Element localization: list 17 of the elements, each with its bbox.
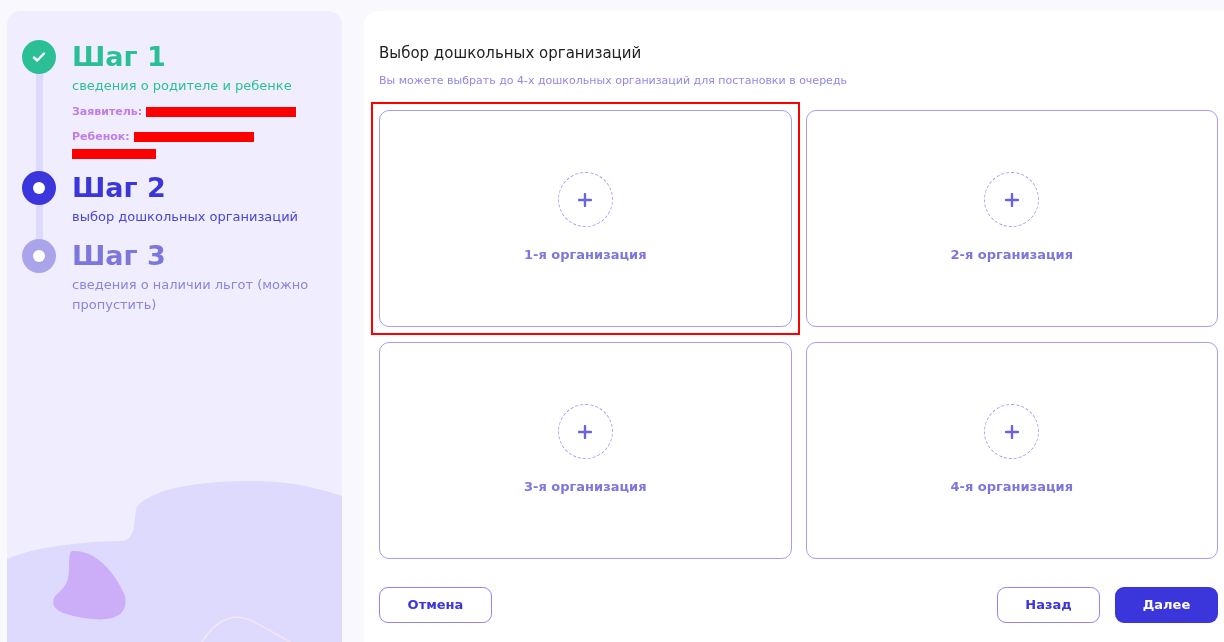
detail-label: Заявитель:	[72, 104, 143, 120]
section-title: Выбор дошкольных организаций	[379, 43, 643, 64]
organization-card[interactable]: 2-я организация	[805, 110, 1218, 327]
organization-card[interactable]: 3-я организация	[379, 342, 792, 559]
step-description: сведения о наличии льгот (можно пропустить)	[72, 276, 310, 314]
organization-card[interactable]: 4-я организация	[805, 342, 1218, 559]
step-description: сведения о родителе и ребенке	[72, 77, 293, 95]
section-hint: Вы можете выбрать до 4-х дошкольных организаций для постановки в очередь	[379, 72, 848, 89]
next-button[interactable]: Далее	[1115, 587, 1218, 623]
step-title: Шаг 3	[72, 239, 167, 273]
cancel-button[interactable]: Отмена	[379, 587, 492, 623]
detail-label: Ребенок:	[72, 128, 130, 145]
step-title: Шаг 2	[72, 171, 167, 205]
step-title: Шаг 1	[72, 40, 167, 74]
step-description: выбор дошкольных организаций	[72, 208, 299, 226]
back-button[interactable]: Назад	[997, 587, 1100, 623]
organization-card[interactable]: 1-я организация	[379, 110, 792, 327]
